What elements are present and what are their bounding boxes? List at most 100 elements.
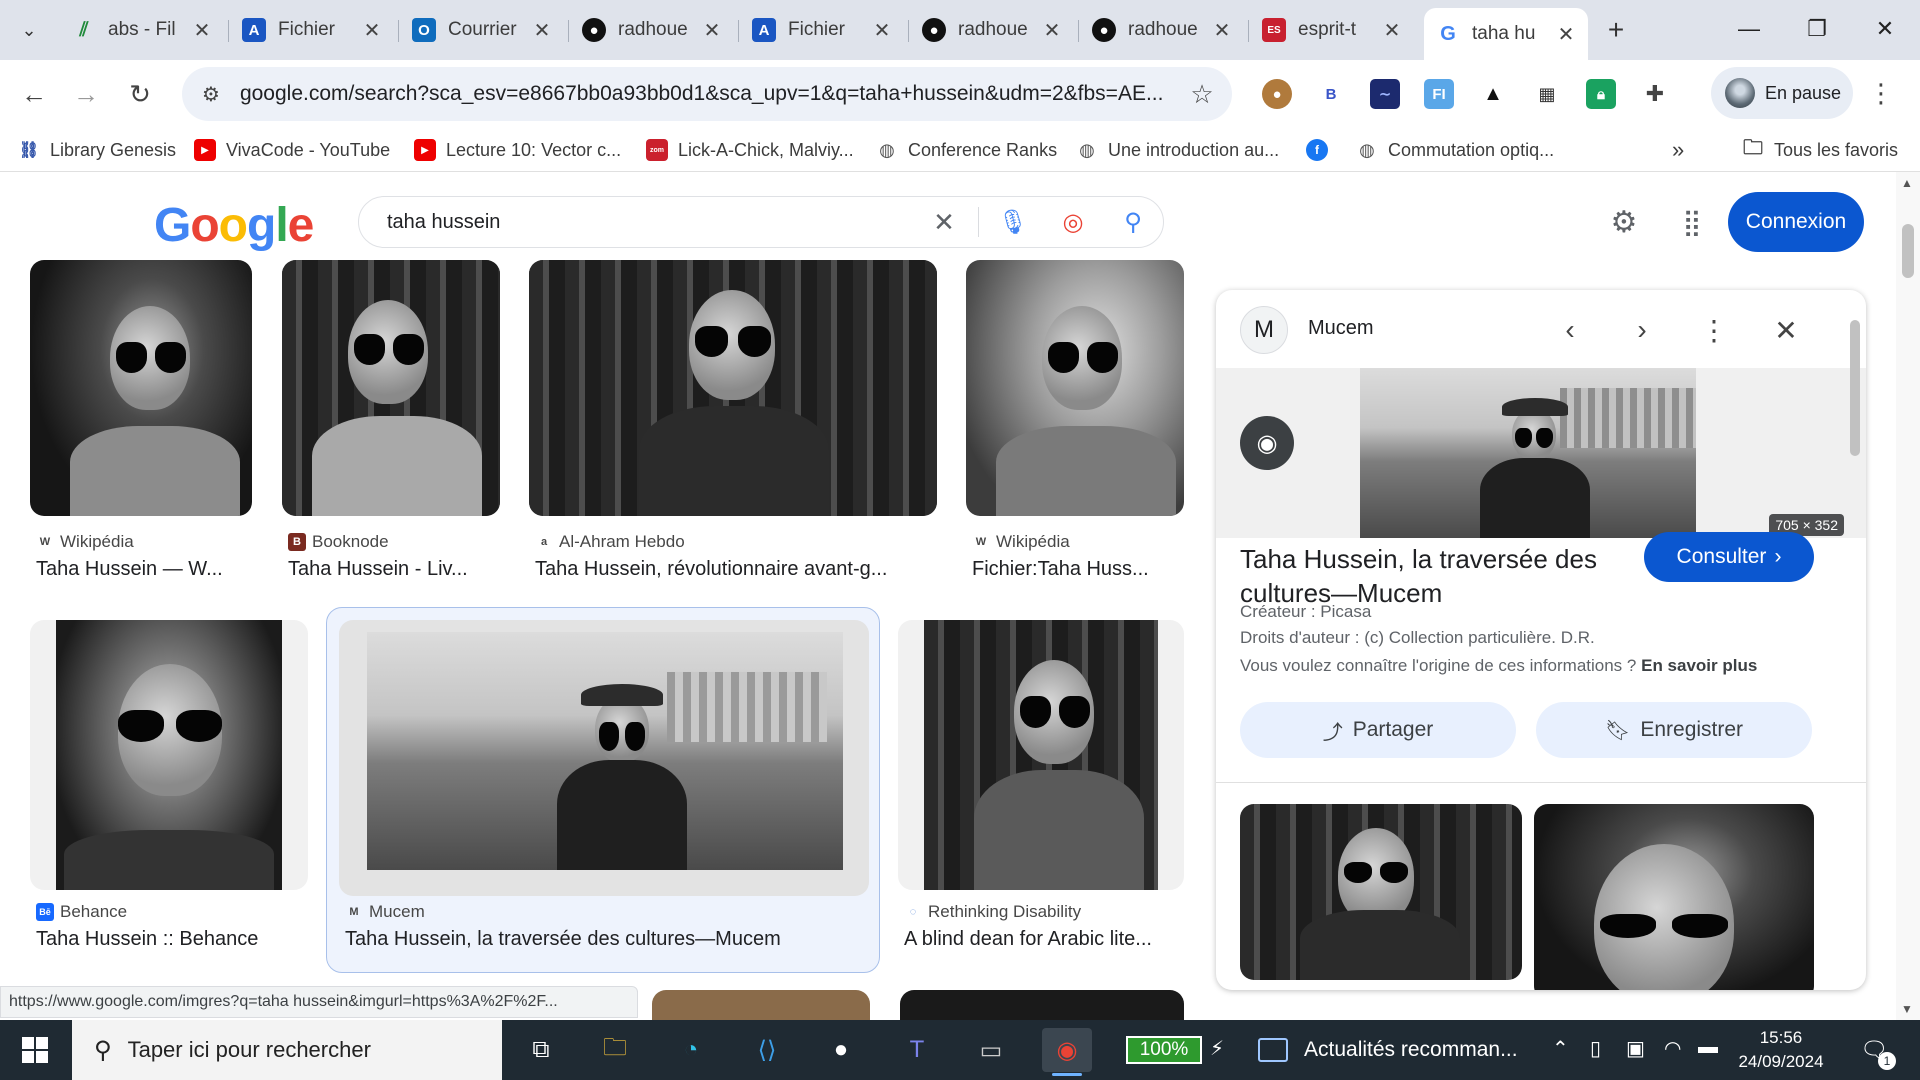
battery-indicator[interactable]: 100% bbox=[1126, 1036, 1202, 1064]
google-logo[interactable]: Google bbox=[154, 198, 314, 253]
result-card[interactable]: ◌ Rethinking Disability A blind dean for… bbox=[898, 620, 1184, 958]
close-window-icon[interactable]: ✕ bbox=[1850, 0, 1920, 58]
preview-image[interactable] bbox=[1360, 368, 1696, 538]
search-icon[interactable]: ⚲ bbox=[1103, 196, 1163, 248]
result-card[interactable]: Bē Behance Taha Hussein :: Behance bbox=[30, 620, 308, 958]
qr-icon[interactable]: ▦ bbox=[1532, 79, 1562, 109]
file-explorer-icon[interactable]: 🗀 bbox=[590, 1028, 640, 1072]
tab-4[interactable]: ● radhoue ✕ bbox=[570, 8, 734, 52]
wifi-icon[interactable]: ◠ bbox=[1664, 1036, 1681, 1061]
panel-title[interactable]: Taha Hussein, la traversée des cultures—… bbox=[1240, 546, 1620, 610]
scroll-up-arrow-icon[interactable]: ▲ bbox=[1901, 176, 1913, 190]
battery-tray-icon[interactable]: ▬ bbox=[1698, 1036, 1718, 1059]
tab-8[interactable]: ES esprit-t ✕ bbox=[1250, 8, 1414, 52]
result-card[interactable]: W Wikipédia Fichier:Taha Huss... bbox=[966, 260, 1184, 584]
browser-menu-icon[interactable]: ⋮ bbox=[1868, 78, 1894, 109]
bookmark-conference-ranks[interactable]: ◍ Conference Ranks bbox=[876, 136, 1057, 164]
address-url[interactable]: google.com/search?sca_esv=e8667bb0a93bb0… bbox=[240, 82, 1172, 106]
device-icon[interactable]: ▯ bbox=[1590, 1036, 1601, 1061]
github-desktop-icon[interactable]: ● bbox=[816, 1028, 866, 1072]
google-lens-icon[interactable]: ◎ bbox=[1043, 196, 1103, 248]
scroll-down-arrow-icon[interactable]: ▼ bbox=[1901, 1002, 1913, 1016]
page-scrollbar-thumb[interactable] bbox=[1902, 224, 1914, 278]
puzzle-icon[interactable]: ✚ bbox=[1640, 79, 1670, 109]
result-source[interactable]: M Mucem bbox=[345, 902, 424, 922]
restore-icon[interactable]: ❐ bbox=[1782, 0, 1852, 58]
learn-more-link[interactable]: En savoir plus bbox=[1641, 656, 1757, 675]
result-card[interactable]: W Wikipédia Taha Hussein — W... bbox=[30, 260, 252, 584]
b-icon[interactable]: B bbox=[1316, 79, 1346, 109]
result-title[interactable]: A blind dean for Arabic lite... bbox=[904, 928, 1182, 951]
related-image[interactable] bbox=[1240, 804, 1522, 980]
ghost-icon[interactable]: ▲ bbox=[1478, 79, 1508, 109]
address-bar[interactable]: ⚙ google.com/search?sca_esv=e8667bb0a93b… bbox=[182, 67, 1232, 121]
bookmark-commutation[interactable]: ◍ Commutation optiq... bbox=[1356, 136, 1554, 164]
new-tab-plus-icon[interactable]: + bbox=[1598, 12, 1634, 48]
close-tab-icon[interactable]: ✕ bbox=[1212, 18, 1232, 43]
voice-search-icon[interactable]: 🎙︎ bbox=[983, 196, 1043, 248]
close-tab-icon[interactable]: ✕ bbox=[872, 18, 892, 43]
result-image[interactable] bbox=[282, 260, 500, 516]
close-tab-icon[interactable]: ✕ bbox=[1042, 18, 1062, 43]
all-bookmarks-button[interactable]: 🗀 Tous les favoris bbox=[1742, 136, 1898, 164]
site-info-icon[interactable]: ⚙ bbox=[202, 82, 220, 107]
save-button[interactable]: 🔖︎ Enregistrer bbox=[1536, 702, 1812, 758]
result-source[interactable]: W Wikipédia bbox=[36, 532, 134, 552]
visit-button[interactable]: Consulter › bbox=[1644, 532, 1814, 582]
close-tab-icon[interactable]: ✕ bbox=[702, 18, 722, 43]
google-lens-icon[interactable]: ◉ bbox=[1240, 416, 1294, 470]
bookmark-star-icon[interactable]: ☆ bbox=[1172, 79, 1232, 110]
news-widget[interactable]: Actualités recomman... bbox=[1258, 1028, 1518, 1072]
result-image[interactable] bbox=[30, 260, 252, 516]
result-source[interactable]: Bē Behance bbox=[36, 902, 127, 922]
result-title[interactable]: Taha Hussein — W... bbox=[36, 558, 246, 581]
result-image[interactable] bbox=[966, 260, 1184, 516]
fi-icon[interactable]: FI bbox=[1424, 79, 1454, 109]
close-tab-icon[interactable]: ✕ bbox=[532, 18, 552, 43]
bookmark-library-genesis[interactable]: ⛓ Library Genesis bbox=[18, 136, 176, 164]
apps-grid-icon[interactable]: ⣿ bbox=[1672, 202, 1712, 242]
related-image[interactable] bbox=[1534, 804, 1814, 990]
more-bookmarks-chevron-icon[interactable]: » bbox=[1672, 136, 1684, 164]
result-card[interactable]: B Booknode Taha Hussein - Liv... bbox=[282, 260, 500, 584]
bookmark-facebook[interactable]: f bbox=[1306, 136, 1338, 164]
edge-icon[interactable]: ◔ bbox=[666, 1028, 716, 1072]
back-arrow-icon[interactable]: ← bbox=[14, 74, 54, 114]
bookmark-vivacode[interactable]: ▶ VivaCode - YouTube bbox=[194, 136, 390, 164]
result-source[interactable]: a Al-Ahram Hebdo bbox=[535, 532, 685, 552]
close-tab-icon[interactable]: ✕ bbox=[1556, 22, 1576, 47]
tab-6[interactable]: ● radhoue ✕ bbox=[910, 8, 1074, 52]
tab-3[interactable]: O Courrier ✕ bbox=[400, 8, 564, 52]
settings-gear-icon[interactable]: ⚙ bbox=[1604, 202, 1644, 242]
terminal-icon[interactable]: ▭ bbox=[966, 1028, 1016, 1072]
more-options-icon[interactable]: ⋮ bbox=[1692, 308, 1736, 352]
result-image-partial[interactable] bbox=[900, 990, 1184, 1020]
share-button[interactable]: ⤴ Partager bbox=[1240, 702, 1516, 758]
result-image[interactable] bbox=[529, 260, 937, 516]
close-panel-icon[interactable]: ✕ bbox=[1764, 308, 1808, 352]
result-image[interactable] bbox=[30, 620, 308, 890]
taskbar-clock[interactable]: 15:56 24/09/2024 bbox=[1726, 1026, 1836, 1074]
lock-icon[interactable]: 🔒︎ bbox=[1586, 79, 1616, 109]
result-source[interactable]: B Booknode bbox=[288, 532, 389, 552]
result-card-selected[interactable]: M Mucem Taha Hussein, la traversée des c… bbox=[326, 607, 880, 973]
chrome-icon[interactable]: ◉ bbox=[1042, 1028, 1092, 1076]
tab-1[interactable]: ⫽ abs - Fil ✕ bbox=[60, 8, 224, 52]
teams-icon[interactable]: T bbox=[892, 1028, 942, 1072]
forward-arrow-icon[interactable]: → bbox=[66, 74, 106, 114]
tab-2[interactable]: A Fichier ✕ bbox=[230, 8, 394, 52]
result-image-partial[interactable] bbox=[652, 990, 870, 1020]
panel-scrollbar[interactable] bbox=[1848, 310, 1862, 970]
tab-7[interactable]: ● radhoue ✕ bbox=[1080, 8, 1244, 52]
tab-search-chevron-icon[interactable]: ⌄ bbox=[10, 12, 48, 48]
wave-icon[interactable]: ∼ bbox=[1370, 79, 1400, 109]
result-title[interactable]: Taha Hussein - Liv... bbox=[288, 558, 494, 581]
bookmark-introduction[interactable]: ◍ Une introduction au... bbox=[1076, 136, 1279, 164]
bookmark-lecture[interactable]: ▶ Lecture 10: Vector c... bbox=[414, 136, 621, 164]
reload-icon[interactable]: ↻ bbox=[120, 74, 160, 114]
result-source[interactable]: ◌ Rethinking Disability bbox=[904, 902, 1081, 922]
windows-start-icon[interactable] bbox=[10, 1030, 60, 1070]
tab-5[interactable]: A Fichier ✕ bbox=[740, 8, 904, 52]
result-title[interactable]: Taha Hussein :: Behance bbox=[36, 928, 306, 951]
result-title[interactable]: Fichier:Taha Huss... bbox=[972, 558, 1178, 581]
